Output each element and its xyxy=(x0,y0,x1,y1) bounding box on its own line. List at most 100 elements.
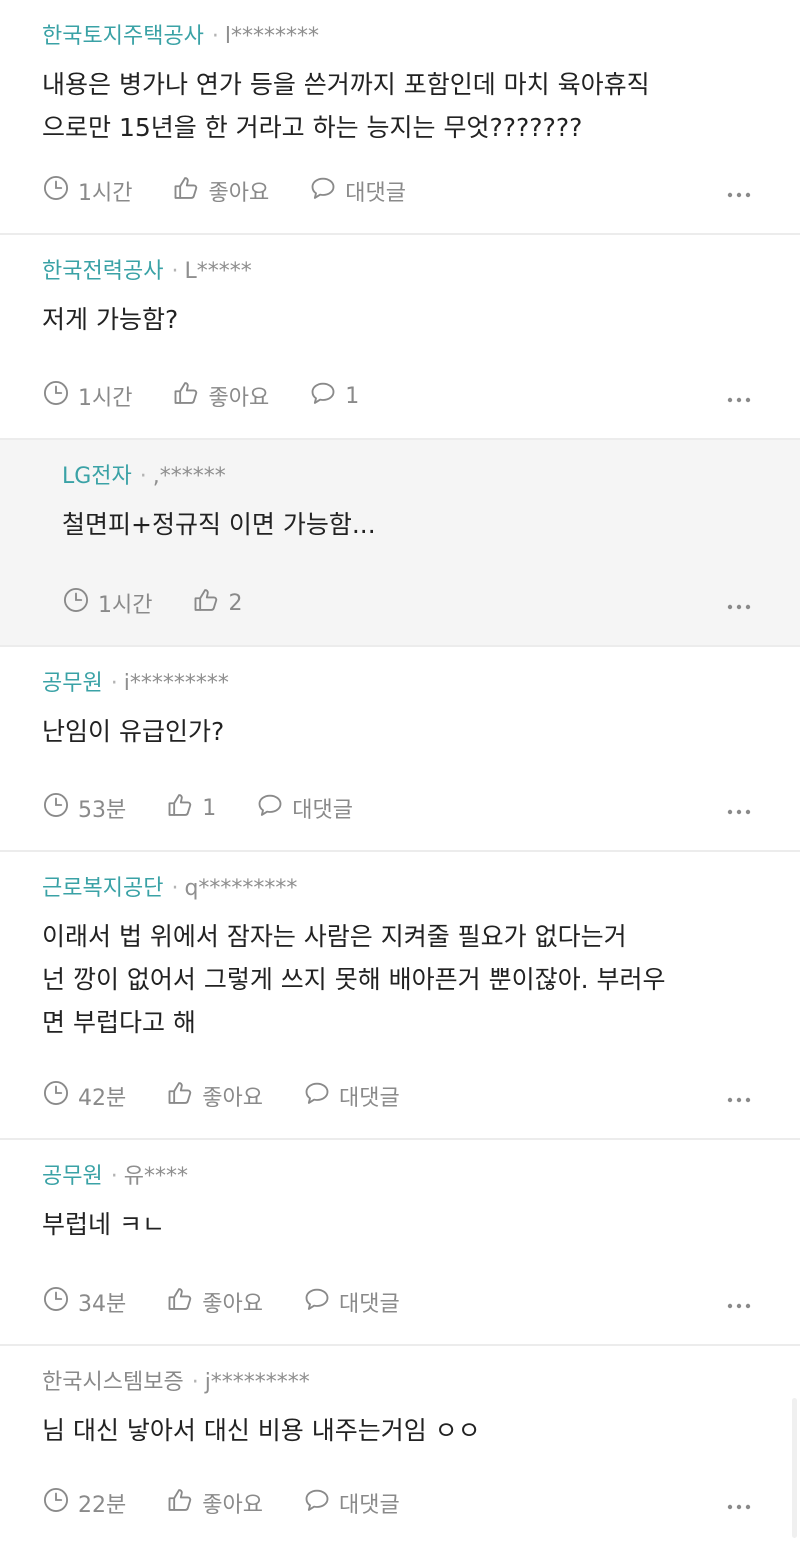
comment-time: 1시간 xyxy=(42,174,132,208)
author-username: q********* xyxy=(184,876,298,901)
speech-bubble-icon xyxy=(303,1079,339,1113)
comment-time: 22분 xyxy=(42,1486,126,1520)
comment-text-line: 으로만 15년을 한 거라고 하는 능지는 무엇??????? xyxy=(42,113,583,142)
author-company[interactable]: 한국전력공사 xyxy=(42,259,163,284)
more-dots-icon xyxy=(724,393,754,418)
more-dots-icon xyxy=(724,1299,754,1324)
scrollbar[interactable] xyxy=(792,1398,797,1538)
speech-bubble-icon xyxy=(309,379,345,413)
more-dots-icon xyxy=(724,1093,754,1118)
comment-text-line: 저게 가능함? xyxy=(42,305,179,334)
meta-separator: · xyxy=(110,671,118,696)
like-button[interactable]: 2 xyxy=(192,586,242,620)
author-company[interactable]: LG전자 xyxy=(62,464,132,489)
reply-button[interactable]: 대댓글 xyxy=(303,1486,400,1520)
reply-count: 1 xyxy=(345,383,360,409)
author-company[interactable]: 공무원 xyxy=(42,671,103,696)
like-label: 좋아요 xyxy=(202,1493,263,1518)
comment-text-line: 넌 깡이 없어서 그렇게 쓰지 못해 배아픈거 뿐이잖아. 부러우 xyxy=(42,965,666,994)
author-company[interactable]: 근로복지공단 xyxy=(42,876,163,901)
clock-icon xyxy=(42,1285,78,1319)
like-button[interactable]: 좋아요 xyxy=(172,174,269,208)
like-label: 좋아요 xyxy=(208,181,270,206)
like-button[interactable]: 좋아요 xyxy=(172,379,269,413)
comment-text-line: 이래서 법 위에서 잠자는 사람은 지켜줄 필요가 없다는거 xyxy=(42,922,627,951)
meta-separator: · xyxy=(191,1370,199,1395)
like-button[interactable]: 1 xyxy=(166,791,216,825)
comment-text: 저게 가능함? xyxy=(42,298,752,341)
reply-button[interactable]: 대댓글 xyxy=(256,791,353,825)
reply-label: 대댓글 xyxy=(345,181,406,206)
thumbs-up-icon xyxy=(166,1079,202,1113)
more-dots-icon xyxy=(724,805,754,830)
comment-item: 근로복지공단 · q********* 이래서 법 위에서 잠자는 사람은 지켜줄 … xyxy=(0,852,800,1140)
comment-meta: 한국시스템보증 · j********* xyxy=(42,1368,752,1398)
reply-button[interactable]: 대댓글 xyxy=(309,174,406,208)
reply-comment-item: LG전자 · ,****** 철면피+정규직 이면 가능함... 1시간 2 xyxy=(0,440,800,647)
like-label: 좋아요 xyxy=(208,386,270,411)
thumbs-up-icon xyxy=(192,586,228,620)
author-company[interactable]: 한국토지주택공사 xyxy=(42,24,204,49)
time-label: 1시간 xyxy=(78,181,133,206)
comment-time: 53분 xyxy=(42,791,126,825)
comment-meta: 근로복지공단 · q********* xyxy=(42,874,752,904)
thumbs-up-icon xyxy=(172,174,208,208)
comment-text-line: 내용은 병가나 연가 등을 쓴거까지 포함인데 마치 육아휴직 xyxy=(42,70,650,99)
speech-bubble-icon xyxy=(309,174,345,208)
like-label: 좋아요 xyxy=(202,1086,263,1111)
comment-actions: 42분 좋아요 대댓글 xyxy=(42,1078,754,1114)
like-count: 1 xyxy=(202,795,217,821)
reply-button[interactable]: 1 xyxy=(309,379,359,413)
time-label: 1시간 xyxy=(78,386,133,411)
comment-text-line: 난임이 유급인가? xyxy=(42,717,225,746)
comment-text: 난임이 유급인가? xyxy=(42,710,752,753)
clock-icon xyxy=(42,1079,78,1113)
more-options-button[interactable] xyxy=(724,1082,754,1112)
reply-label: 대댓글 xyxy=(338,1292,400,1317)
author-username: ,****** xyxy=(152,464,226,489)
speech-bubble-icon xyxy=(303,1486,339,1520)
time-label: 22분 xyxy=(78,1493,127,1518)
comment-time: 1시간 xyxy=(42,379,132,413)
clock-icon xyxy=(62,586,98,620)
comment-actions: 1시간 좋아요 1 xyxy=(42,378,754,414)
comment-text: 이래서 법 위에서 잠자는 사람은 지켜줄 필요가 없다는거 넌 깡이 없어서 … xyxy=(42,915,752,1044)
more-options-button[interactable] xyxy=(724,794,754,824)
time-label: 1시간 xyxy=(98,593,153,618)
more-options-button[interactable] xyxy=(724,1288,754,1318)
meta-separator: · xyxy=(211,24,219,49)
speech-bubble-icon xyxy=(256,791,292,825)
more-dots-icon xyxy=(724,1500,754,1525)
comment-text: 내용은 병가나 연가 등을 쓴거까지 포함인데 마치 육아휴직 으로만 15년을… xyxy=(42,63,752,149)
more-options-button[interactable] xyxy=(724,177,754,207)
comment-text: 철면피+정규직 이면 가능함... xyxy=(62,503,752,546)
comment-item: 한국시스템보증 · j********* 님 대신 낳아서 대신 비용 내주는거임 … xyxy=(0,1346,800,1545)
comment-time: 1시간 xyxy=(62,586,152,620)
comment-item: 공무원 · i********* 난임이 유급인가? 53분 1 대댓글 xyxy=(0,647,800,852)
author-company[interactable]: 공무원 xyxy=(42,1164,103,1189)
author-company[interactable]: 한국시스템보증 xyxy=(42,1370,184,1395)
like-count: 2 xyxy=(228,590,243,616)
reply-label: 대댓글 xyxy=(338,1086,400,1111)
like-button[interactable]: 좋아요 xyxy=(166,1285,263,1319)
comment-actions: 22분 좋아요 대댓글 xyxy=(42,1485,754,1521)
comment-meta: LG전자 · ,****** xyxy=(62,462,752,492)
more-options-button[interactable] xyxy=(724,382,754,412)
comment-actions: 1시간 좋아요 대댓글 xyxy=(42,173,754,209)
time-label: 34분 xyxy=(78,1292,127,1317)
comment-actions: 53분 1 대댓글 xyxy=(42,790,754,826)
comment-meta: 한국토지주택공사 · l******** xyxy=(42,22,752,52)
more-options-button[interactable] xyxy=(724,589,754,619)
clock-icon xyxy=(42,174,78,208)
more-options-button[interactable] xyxy=(724,1489,754,1519)
comment-item: 한국토지주택공사 · l******** 내용은 병가나 연가 등을 쓴거까지 포함… xyxy=(0,0,800,235)
comment-text-line: 철면피+정규직 이면 가능함... xyxy=(62,510,376,539)
thumbs-up-icon xyxy=(166,1486,202,1520)
comment-time: 34분 xyxy=(42,1285,126,1319)
reply-button[interactable]: 대댓글 xyxy=(303,1285,400,1319)
comment-meta: 공무원 · i********* xyxy=(42,669,752,699)
like-button[interactable]: 좋아요 xyxy=(166,1079,263,1113)
reply-button[interactable]: 대댓글 xyxy=(303,1079,400,1113)
clock-icon xyxy=(42,1486,78,1520)
like-button[interactable]: 좋아요 xyxy=(166,1486,263,1520)
